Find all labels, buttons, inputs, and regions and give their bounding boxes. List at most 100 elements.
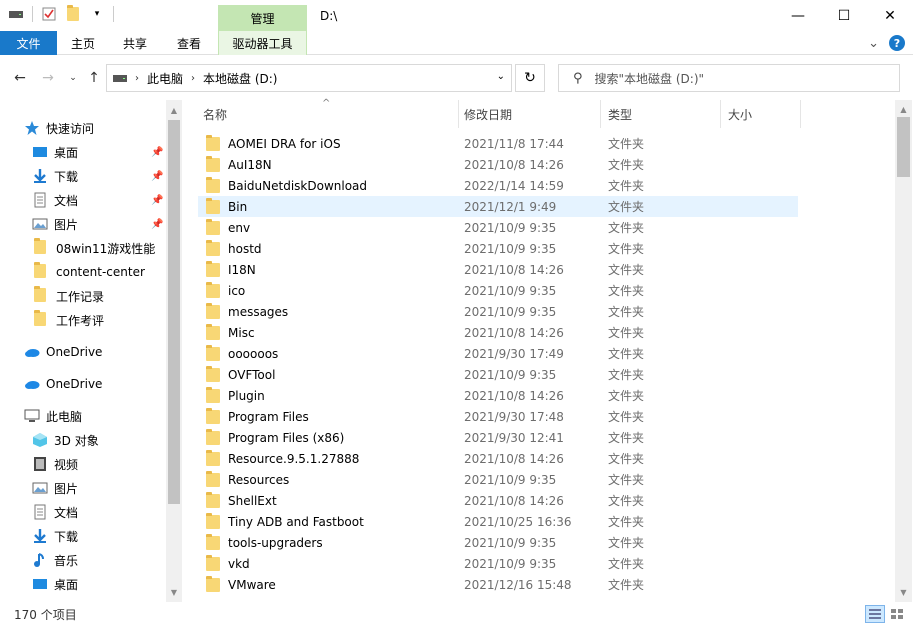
tab-share[interactable]: 共享	[112, 31, 158, 55]
properties-icon[interactable]	[41, 6, 57, 22]
nav-item-recent-folder[interactable]: 08win11游戏性能	[34, 237, 155, 259]
file-row[interactable]: ico 2021/10/9 9:35 文件夹	[198, 280, 798, 301]
file-row[interactable]: Tiny ADB and Fastboot 2021/10/25 16:36 文件夹	[198, 511, 798, 532]
refresh-button[interactable]: ↻	[515, 64, 545, 92]
nav-item-onedrive[interactable]: OneDrive	[24, 373, 102, 395]
file-row[interactable]: vkd 2021/10/9 9:35 文件夹	[198, 553, 798, 574]
file-type: 文件夹	[608, 326, 645, 340]
close-button[interactable]: ✕	[867, 0, 913, 31]
tab-view[interactable]: 查看	[166, 31, 212, 55]
ribbon-collapse-chevron-icon[interactable]: ⌄	[868, 36, 879, 51]
large-icons-view-button[interactable]	[887, 605, 907, 623]
file-row[interactable]: Bin 2021/12/1 9:49 文件夹	[198, 196, 798, 217]
file-list: AOMEI DRA for iOS 2021/11/8 17:44 文件夹 AuI18…	[182, 133, 895, 602]
column-header-size[interactable]: 大小	[721, 100, 801, 128]
nav-item-downloads[interactable]: 下载	[32, 525, 78, 547]
file-row[interactable]: AuI18N 2021/10/8 14:26 文件夹	[198, 154, 798, 175]
file-row[interactable]: OVFTool 2021/10/9 9:35 文件夹	[198, 364, 798, 385]
nav-item-downloads[interactable]: 下载	[32, 165, 78, 187]
file-row[interactable]: VMware 2021/12/16 15:48 文件夹	[198, 574, 798, 595]
file-row[interactable]: messages 2021/10/9 9:35 文件夹	[198, 301, 798, 322]
file-name-cell: tools-upgraders	[206, 532, 323, 553]
nav-item-desktop[interactable]: 桌面	[32, 573, 78, 595]
up-arrow-icon[interactable]: ↑	[84, 68, 104, 88]
nav-item-recent-folder[interactable]: 工作考评	[34, 309, 104, 331]
minimize-button[interactable]: —	[775, 0, 821, 31]
file-row[interactable]: Resource.9.5.1.27888 2021/10/8 14:26 文件夹	[198, 448, 798, 469]
column-header-date[interactable]: 修改日期	[457, 100, 601, 128]
file-list-scrollbar[interactable]: ▲ ▼	[895, 100, 912, 602]
file-row[interactable]: env 2021/10/9 9:35 文件夹	[198, 217, 798, 238]
context-tab-header: 管理	[218, 5, 307, 31]
tab-home[interactable]: 主页	[60, 31, 106, 55]
recent-locations-chevron-icon[interactable]: ⌄	[63, 68, 83, 88]
file-row[interactable]: ShellExt 2021/10/8 14:26 文件夹	[198, 490, 798, 511]
scroll-down-arrow-icon[interactable]: ▼	[166, 584, 182, 600]
column-header-name[interactable]: 名称	[196, 100, 459, 128]
tab-file[interactable]: 文件	[0, 31, 57, 55]
nav-item-pictures[interactable]: 图片	[32, 477, 78, 499]
scroll-up-arrow-icon[interactable]: ▲	[895, 101, 912, 118]
file-row[interactable]: hostd 2021/10/9 9:35 文件夹	[198, 238, 798, 259]
column-header-type[interactable]: 类型	[601, 100, 721, 128]
pin-icon[interactable]: 📌	[151, 219, 163, 230]
nav-item-3d-objects[interactable]: 3D 对象	[32, 429, 99, 451]
help-icon[interactable]: ?	[889, 35, 905, 51]
scroll-up-arrow-icon[interactable]: ▲	[166, 102, 182, 118]
file-name: ShellExt	[228, 493, 277, 508]
folder-icon	[206, 575, 220, 592]
3d-objects-icon	[32, 432, 48, 448]
customize-qat-dropdown-icon[interactable]: ▾	[89, 6, 105, 22]
file-row[interactable]: tools-upgraders 2021/10/9 9:35 文件夹	[198, 532, 798, 553]
nav-item-desktop[interactable]: 桌面	[32, 141, 78, 163]
back-arrow-icon[interactable]: ←	[10, 68, 30, 88]
file-type: 文件夹	[608, 347, 645, 361]
breadcrumb-chevron-icon[interactable]: ›	[191, 73, 195, 84]
nav-item-label: 08win11游戏性能	[56, 241, 156, 256]
nav-item-onedrive[interactable]: OneDrive	[24, 341, 102, 363]
pin-icon[interactable]: 📌	[151, 195, 163, 206]
nav-item-recent-folder[interactable]: content-center	[34, 261, 145, 283]
search-icon: ⚲	[573, 70, 583, 86]
pin-icon[interactable]: 📌	[151, 147, 163, 158]
file-row[interactable]: oooooos 2021/9/30 17:49 文件夹	[198, 343, 798, 364]
nav-quick-access[interactable]: 快速访问	[24, 117, 94, 139]
nav-item-recent-folder[interactable]: 工作记录	[34, 285, 104, 307]
nav-item-videos[interactable]: 视频	[32, 453, 78, 475]
nav-item-this-pc[interactable]: 此电脑	[24, 405, 82, 427]
file-row[interactable]: Resources 2021/10/9 9:35 文件夹	[198, 469, 798, 490]
file-row[interactable]: Program Files (x86) 2021/9/30 12:41 文件夹	[198, 427, 798, 448]
nav-item-documents[interactable]: 文档	[32, 189, 78, 211]
nav-pane-scrollbar[interactable]: ▲ ▼	[166, 100, 182, 602]
breadcrumb-local-disk-d[interactable]: 本地磁盘 (D:)	[203, 70, 277, 87]
scroll-down-arrow-icon[interactable]: ▼	[895, 584, 912, 601]
file-row[interactable]: Program Files 2021/9/30 17:48 文件夹	[198, 406, 798, 427]
file-type: 文件夹	[608, 494, 645, 508]
forward-arrow-icon[interactable]: →	[38, 68, 58, 88]
nav-item-music[interactable]: 音乐	[32, 549, 78, 571]
file-row[interactable]: I18N 2021/10/8 14:26 文件夹	[198, 259, 798, 280]
pin-icon[interactable]: 📌	[151, 171, 163, 182]
file-row[interactable]: AOMEI DRA for iOS 2021/11/8 17:44 文件夹	[198, 133, 798, 154]
tab-drive-tools[interactable]: 驱动器工具	[218, 31, 307, 55]
details-view-button[interactable]	[865, 605, 885, 623]
file-name-cell: oooooos	[206, 343, 278, 364]
maximize-button[interactable]: ☐	[821, 0, 867, 31]
file-row[interactable]: BaiduNetdiskDownload 2022/1/14 14:59 文件夹	[198, 175, 798, 196]
file-row[interactable]: Misc 2021/10/8 14:26 文件夹	[198, 322, 798, 343]
file-row[interactable]: Plugin 2021/10/8 14:26 文件夹	[198, 385, 798, 406]
nav-item-documents[interactable]: 文档	[32, 501, 78, 523]
picture-icon	[32, 216, 48, 232]
nav-item-pictures[interactable]: 图片	[32, 213, 78, 235]
file-list-scroll-thumb[interactable]	[897, 117, 910, 177]
nav-pane-scroll-thumb[interactable]	[168, 120, 180, 504]
folder-icon	[206, 512, 220, 529]
file-type: 文件夹	[608, 431, 645, 445]
breadcrumb-this-pc[interactable]: 此电脑	[147, 70, 183, 87]
address-history-dropdown-icon[interactable]: ⌄	[497, 71, 505, 82]
breadcrumb-chevron-icon[interactable]: ›	[135, 73, 139, 84]
computer-icon	[24, 408, 40, 424]
address-bar[interactable]: › 此电脑 › 本地磁盘 (D:) ⌄	[106, 64, 512, 92]
search-box[interactable]: ⚲ 搜索"本地磁盘 (D:)"	[558, 64, 900, 92]
new-folder-icon[interactable]	[65, 5, 81, 22]
